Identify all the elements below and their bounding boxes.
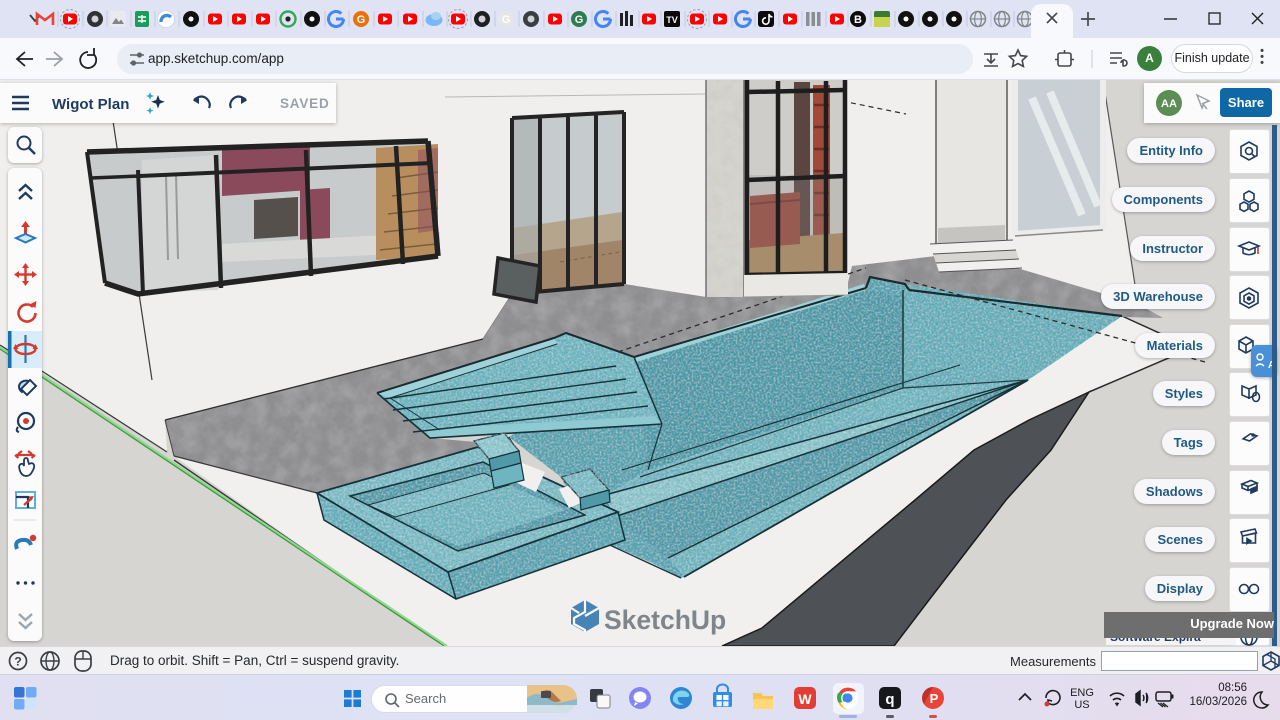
svg-text:G: G [357, 14, 366, 26]
svg-text:ENG: ENG [1070, 687, 1094, 699]
svg-text:B: B [854, 14, 862, 26]
svg-text:P: P [930, 691, 939, 706]
svg-text:q: q [885, 691, 894, 708]
svg-text:AA: AA [1161, 98, 1177, 110]
svg-text:G: G [502, 14, 511, 26]
svg-text:TV: TV [666, 15, 678, 25]
svg-text:W: W [798, 691, 812, 707]
svg-text:US: US [1074, 699, 1089, 711]
svg-text:G: G [575, 14, 584, 26]
svg-text:SketchUp: SketchUp [604, 605, 726, 635]
svg-text:?: ? [14, 655, 21, 669]
svg-text:SAVED: SAVED [280, 96, 330, 111]
svg-text:Wigot Plan: Wigot Plan [52, 96, 129, 113]
